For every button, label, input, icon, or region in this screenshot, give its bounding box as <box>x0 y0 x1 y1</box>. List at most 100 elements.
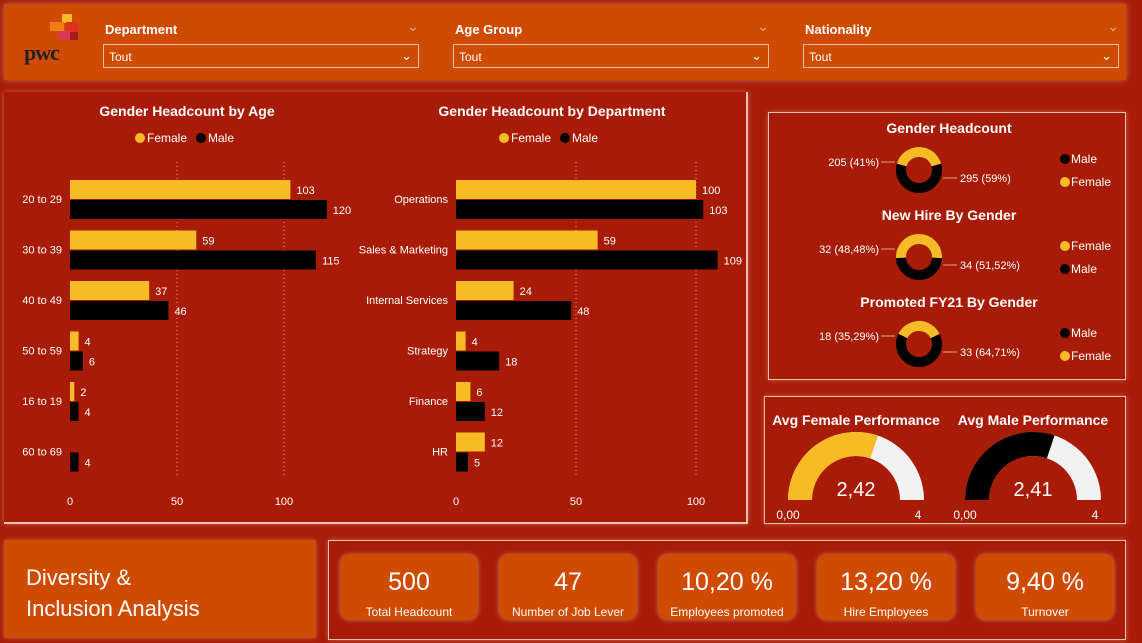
donut-right-label: 295 (59%) <box>960 173 1011 185</box>
bar-male <box>456 250 718 270</box>
nationality-slicer[interactable]: Nationality ⌄ Tout ⌄ <box>803 18 1119 72</box>
bar-male <box>70 351 83 371</box>
data-label: 103 <box>709 205 727 217</box>
kpi-label: Employees promoted <box>670 605 784 619</box>
kpi-value: 47 <box>554 568 582 596</box>
chevron-down-icon[interactable]: ⌄ <box>407 18 419 35</box>
data-label: 120 <box>333 205 351 217</box>
category-label: Operations <box>394 194 448 206</box>
legend-label: Female <box>511 131 551 145</box>
legend-swatch <box>1060 154 1070 164</box>
legend-swatch <box>1060 328 1070 338</box>
gauge-chart: Avg Male Performance 2,41 0,00 4 <box>953 412 1108 522</box>
legend-swatch <box>1060 264 1070 274</box>
slicer-title: Department <box>105 22 178 37</box>
bar-male <box>70 452 79 472</box>
chevron-down-icon[interactable]: ⌄ <box>1101 48 1112 64</box>
age-group-dropdown[interactable]: Tout ⌄ <box>453 44 769 68</box>
age-group-slicer[interactable]: Age Group ⌄ Tout ⌄ <box>453 18 769 72</box>
bar-male <box>70 301 169 320</box>
legend-label: Female <box>1071 349 1111 363</box>
category-label: 60 to 69 <box>22 447 62 459</box>
donut-right-label: 33 (64,71%) <box>960 347 1020 359</box>
data-label: 37 <box>155 286 167 298</box>
x-tick-label: 100 <box>687 496 705 508</box>
nationality-dropdown[interactable]: Tout ⌄ <box>803 44 1119 68</box>
chart-legend: Female Male <box>499 131 598 145</box>
category-label: HR <box>432 447 448 459</box>
department-slicer[interactable]: Department ⌄ Tout ⌄ <box>103 18 419 72</box>
data-label: 12 <box>491 438 503 450</box>
chevron-down-icon[interactable]: ⌄ <box>401 48 412 64</box>
donut-right-label: 34 (51,52%) <box>960 260 1020 272</box>
legend-label: Male <box>1071 152 1097 166</box>
x-tick-label: 50 <box>171 496 183 508</box>
x-tick-label: 0 <box>67 496 73 508</box>
bar-male <box>70 402 79 421</box>
department-dropdown[interactable]: Tout ⌄ <box>103 44 419 68</box>
chevron-down-icon[interactable]: ⌄ <box>757 18 769 35</box>
legend-label: Female <box>147 131 187 145</box>
donut-charts-panel: Gender Headcount 205 (41%) 295 (59%) Male Fe… <box>768 112 1126 380</box>
data-label: 109 <box>724 256 742 268</box>
donut-title: Promoted FY21 By Gender <box>860 294 1038 310</box>
data-label: 59 <box>604 236 616 248</box>
kpi-value: 9,40 % <box>1006 568 1084 596</box>
gauge-title: Avg Male Performance <box>958 412 1109 428</box>
legend-swatch-female <box>135 133 145 143</box>
gauge-min-label: 0,00 <box>953 508 977 522</box>
donut-left-label: 205 (41%) <box>828 157 879 169</box>
legend-swatch-male <box>196 133 206 143</box>
bar-male <box>70 250 317 270</box>
dropdown-value: Tout <box>109 50 132 64</box>
legend-label: Female <box>1071 239 1111 253</box>
gauge-value: 2,42 <box>837 479 876 501</box>
kpi-card-turnover[interactable]: 9,40 % Turnover <box>976 554 1114 620</box>
slicer-title: Nationality <box>805 22 872 37</box>
gauge-panel: Avg Female Performance 2,42 0,00 4 Avg Male … <box>764 396 1126 524</box>
chart-title: Gender Headcount by Age <box>99 103 275 119</box>
slicer-title: Age Group <box>455 22 523 37</box>
kpi-card-total-headcount[interactable]: 500 Total Headcount <box>340 554 478 620</box>
chart-title: Gender Headcount by Department <box>438 103 665 119</box>
kpi-strip: 500 Total Headcount 47 Number of Job Lev… <box>328 540 1126 640</box>
data-label: 100 <box>702 185 720 197</box>
bar-male <box>456 402 485 421</box>
gauge-chart: Avg Female Performance 2,42 0,00 4 <box>772 412 940 522</box>
donut-charts-canvas: Gender Headcount 205 (41%) 295 (59%) Male Fe… <box>819 120 1111 367</box>
kpi-label: Hire Employees <box>843 605 929 619</box>
bar-female <box>456 180 696 199</box>
data-label: 24 <box>520 286 532 298</box>
data-label: 46 <box>174 306 186 318</box>
dropdown-value: Tout <box>809 50 832 64</box>
kpi-value: 500 <box>388 568 430 596</box>
bar-female <box>456 432 485 452</box>
bar-female <box>456 382 471 401</box>
gauge-max-label: 4 <box>1092 508 1099 522</box>
report-title: Diversity & Inclusion Analysis <box>26 562 306 624</box>
data-label: 18 <box>505 357 517 369</box>
kpi-card-employees-promoted[interactable]: 10,20 % Employees promoted <box>658 554 796 620</box>
category-label: 50 to 59 <box>22 346 62 358</box>
data-label: 59 <box>202 236 214 248</box>
kpi-value: 10,20 % <box>681 568 773 596</box>
category-label: Finance <box>409 396 448 408</box>
bar-male <box>456 301 572 320</box>
kpi-card-job-levels[interactable]: 47 Number of Job Lever <box>499 554 637 620</box>
data-label: 48 <box>577 306 589 318</box>
bar-male <box>456 452 468 472</box>
legend-swatch-female <box>499 133 509 143</box>
bar-female <box>70 281 150 300</box>
gauge-title: Avg Female Performance <box>772 412 940 428</box>
kpi-card-hire-employees[interactable]: 13,20 % Hire Employees <box>817 554 955 620</box>
report-title-line: Inclusion Analysis <box>26 596 200 621</box>
chevron-down-icon[interactable]: ⌄ <box>1107 18 1119 35</box>
donut-chart: Gender Headcount 205 (41%) 295 (59%) Male Fe… <box>828 120 1111 193</box>
kpi-label: Turnover <box>1021 605 1069 619</box>
bar-chart-by-age: Gender Headcount by Age Female Male 0 50 100 2… <box>22 103 351 508</box>
legend-label: Male <box>208 131 234 145</box>
chevron-down-icon[interactable]: ⌄ <box>751 48 762 64</box>
legend-swatch <box>1060 177 1070 187</box>
bar-female <box>70 230 197 250</box>
bar-female <box>70 331 79 351</box>
